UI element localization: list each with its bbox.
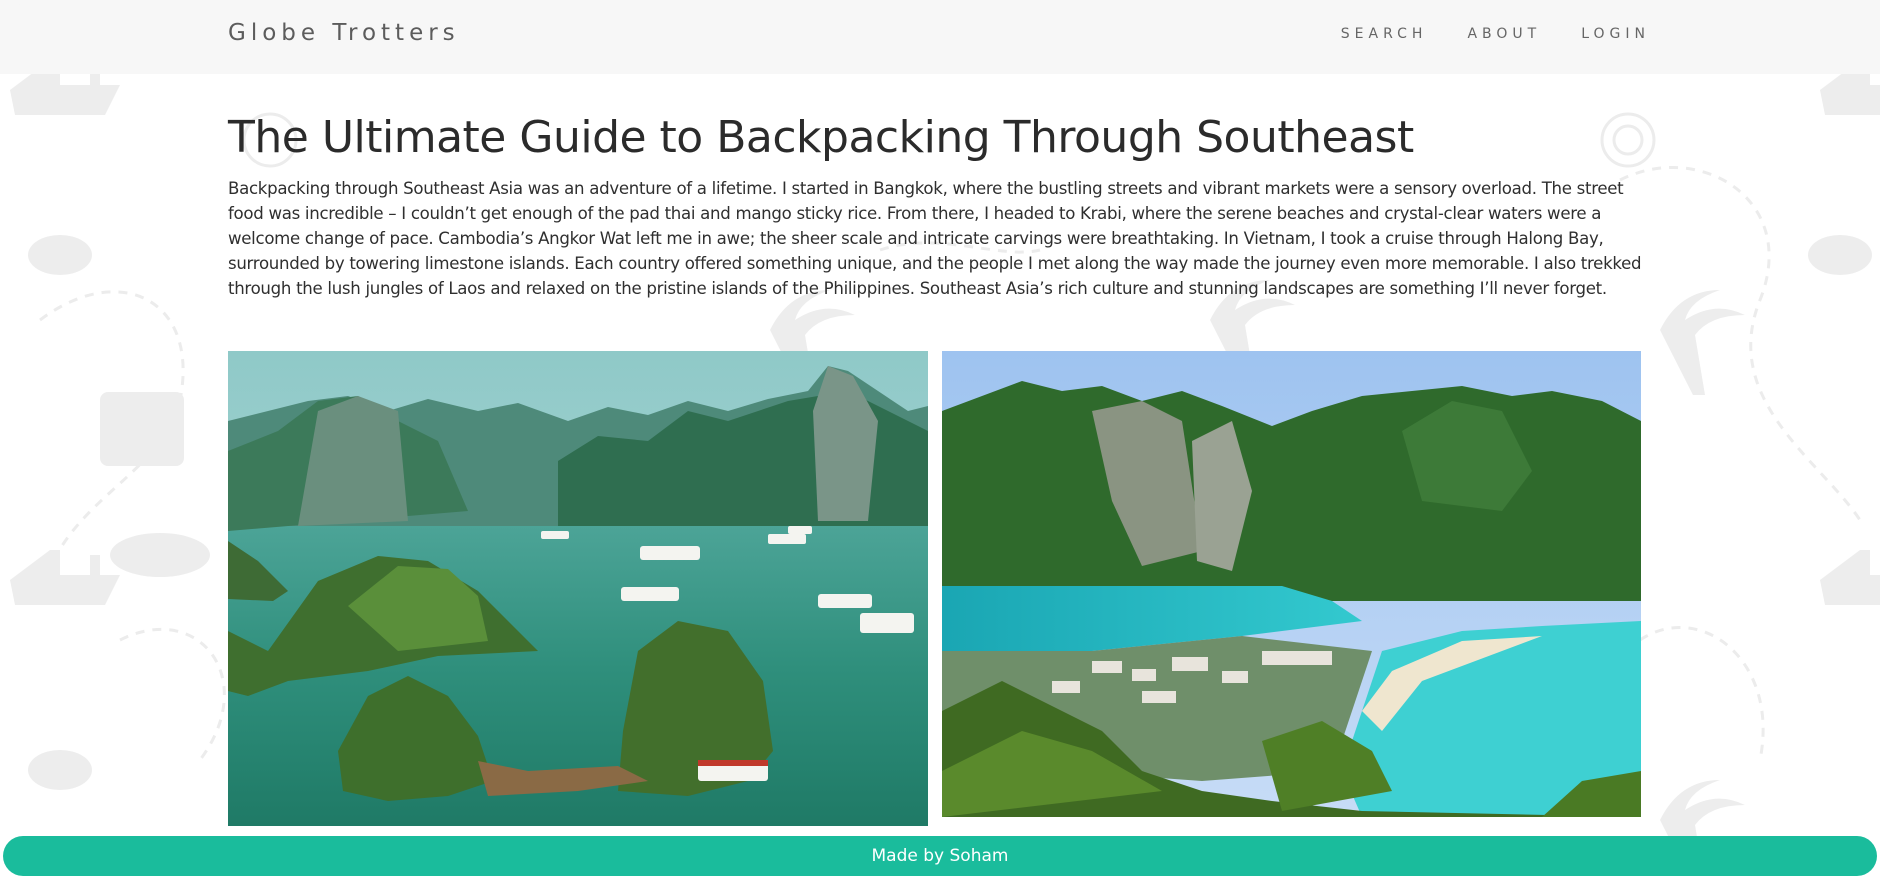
nav-about-link[interactable]: ABOUT: [1467, 26, 1541, 42]
nav-login-link[interactable]: LOGIN: [1581, 26, 1650, 42]
site-header: Globe Trotters SEARCH ABOUT LOGIN: [0, 0, 1880, 74]
halong-bay-photo: [228, 351, 928, 826]
page: Globe Trotters SEARCH ABOUT LOGIN The Ul…: [0, 0, 1880, 876]
article-title: The Ultimate Guide to Backpacking Throug…: [228, 112, 1414, 163]
nav-search-link[interactable]: SEARCH: [1341, 26, 1428, 42]
photo-gallery: [228, 351, 1641, 827]
phi-phi-island-photo: [942, 351, 1641, 817]
footer-credit: Made by Soham: [871, 846, 1009, 866]
brand-logo[interactable]: Globe Trotters: [228, 20, 460, 46]
site-footer: Made by Soham: [3, 836, 1877, 876]
article: The Ultimate Guide to Backpacking Throug…: [228, 108, 1644, 301]
article-body: Backpacking through Southeast Asia was a…: [228, 179, 1642, 298]
main-nav: SEARCH ABOUT LOGIN: [1341, 26, 1650, 42]
